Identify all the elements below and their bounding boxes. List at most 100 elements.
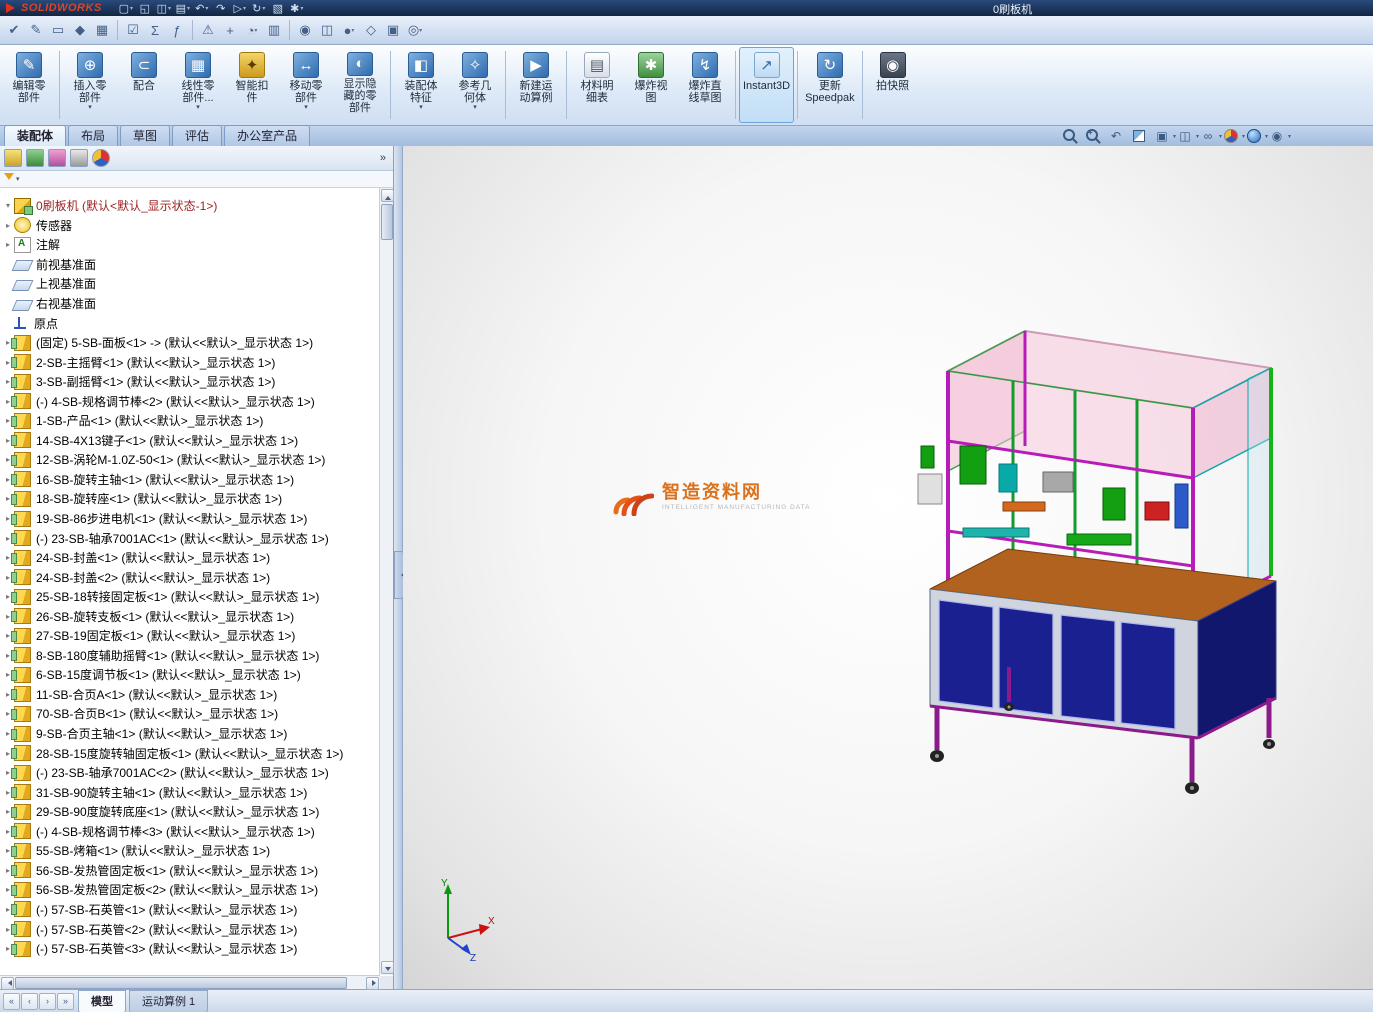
tree-item[interactable]: (-) 57-SB-石英管<1> (默认<<默认>_显示状态 1>) xyxy=(3,900,380,920)
explode-line-sketch-button[interactable]: ↯ 爆炸直 线草图 xyxy=(678,47,732,123)
section-properties-icon[interactable]: ▦ xyxy=(92,20,118,40)
curvature-icon[interactable]: ◉ xyxy=(295,20,315,40)
statistics-icon[interactable]: ƒ xyxy=(167,20,193,40)
tree-item[interactable]: 24-SB-封盖<1> (默认<<默认>_显示状态 1>) xyxy=(3,548,380,568)
configuration-manager-tab[interactable] xyxy=(48,149,66,167)
linear-component-pattern-button[interactable]: ▦ 线性零 部件... xyxy=(171,47,225,123)
tree-item[interactable]: 18-SB-旋转座<1> (默认<<默认>_显示状态 1>) xyxy=(3,489,380,509)
tree-item[interactable]: 56-SB-发热管固定板<2> (默认<<默认>_显示状态 1>) xyxy=(3,880,380,900)
new-motion-study-button[interactable]: ▶ 新建运 动算例 xyxy=(509,47,563,123)
tree-item[interactable]: 16-SB-旋转主轴<1> (默认<<默认>_显示状态 1>) xyxy=(3,470,380,490)
tree-filter-bar[interactable]: ▾ xyxy=(0,171,393,188)
reference-geometry-button[interactable]: ✧ 参考几 何体 xyxy=(448,47,502,123)
tree-item[interactable]: 2-SB-主摇臂<1> (默认<<默认>_显示状态 1>) xyxy=(3,352,380,372)
tab-scroll-next-button[interactable]: › xyxy=(39,993,56,1010)
apply-scene-icon[interactable] xyxy=(1246,128,1262,144)
bill-of-materials-button[interactable]: ▤ 材料明 细表 xyxy=(570,47,624,123)
panel-expand-chevron[interactable]: » xyxy=(377,152,389,164)
command-tab[interactable]: 草图 xyxy=(120,125,170,146)
file-properties-icon[interactable]: ▧ xyxy=(270,1,286,15)
tree-item[interactable]: 28-SB-15度旋转轴固定板<1> (默认<<默认>_显示状态 1>) xyxy=(3,743,380,763)
tree-item[interactable]: 14-SB-4X13键子<1> (默认<<默认>_显示状态 1>) xyxy=(3,431,380,451)
appearances-tab[interactable] xyxy=(92,149,110,167)
view-settings-icon[interactable]: ◉ xyxy=(1269,128,1285,144)
scene-icon[interactable]: ◇ xyxy=(361,20,381,40)
view-orientation-icon[interactable]: ▣ xyxy=(1154,128,1170,144)
command-tab[interactable]: 布局 xyxy=(68,125,118,146)
tree-item[interactable]: (固定) 5-SB-面板<1> -> (默认<<默认>_显示状态 1>) xyxy=(3,333,380,353)
tree-item[interactable]: (-) 57-SB-石英管<3> (默认<<默认>_显示状态 1>) xyxy=(3,939,380,959)
assembly-features-button[interactable]: ◧ 装配体 特征 xyxy=(394,47,448,123)
tree-item[interactable]: 31-SB-90旋转主轴<1> (默认<<默认>_显示状态 1>) xyxy=(3,782,380,802)
zebra-stripes-icon[interactable]: ▥ xyxy=(264,20,290,40)
tab-scroll-last-button[interactable]: » xyxy=(57,993,74,1010)
section-view-icon[interactable] xyxy=(1131,128,1147,144)
tree-item[interactable]: 27-SB-19固定板<1> (默认<<默认>_显示状态 1>) xyxy=(3,626,380,646)
new-document-icon[interactable]: ▢ xyxy=(118,1,134,15)
check-icon[interactable]: ☑ xyxy=(123,20,143,40)
tree-item[interactable]: (-) 23-SB-轴承7001AC<1> (默认<<默认>_显示状态 1>) xyxy=(3,528,380,548)
insert-components-button[interactable]: ⊕ 插入零 部件 xyxy=(63,47,117,123)
tree-expander-icon[interactable] xyxy=(3,240,13,249)
scroll-right-button[interactable] xyxy=(366,977,379,990)
tree-horizontal-scrollbar[interactable] xyxy=(0,975,380,989)
tree-item[interactable]: 传感器 xyxy=(3,216,380,236)
tree-item[interactable]: 注解 xyxy=(3,235,380,255)
tree-item[interactable]: 26-SB-旋转支板<1> (默认<<默认>_显示状态 1>) xyxy=(3,606,380,626)
tree-item[interactable]: 上视基准面 xyxy=(3,274,380,294)
assembly-3d-model[interactable] xyxy=(403,146,1373,989)
hide-show-items-icon[interactable]: ∞ xyxy=(1200,128,1216,144)
tree-item[interactable]: 前视基准面 xyxy=(3,255,380,275)
tree-item[interactable]: 6-SB-15度调节板<1> (默认<<默认>_显示状态 1>) xyxy=(3,665,380,685)
graphics-viewport[interactable]: 智造资料网 INTELLIGENT MANUFACTURING DATA xyxy=(403,146,1373,989)
tree-item[interactable]: 12-SB-涡轮M-1.0Z-50<1> (默认<<默认>_显示状态 1>) xyxy=(3,450,380,470)
smart-fasteners-button[interactable]: ✦ 智能扣 件 xyxy=(225,47,279,123)
scroll-down-button[interactable] xyxy=(381,961,394,974)
edit-appearance-icon[interactable] xyxy=(1223,128,1239,144)
vertical-scroll-thumb[interactable] xyxy=(381,204,393,240)
tree-item[interactable]: 70-SB-合页B<1> (默认<<默认>_显示状态 1>) xyxy=(3,704,380,724)
panel-splitter[interactable] xyxy=(394,146,403,989)
instant3d-button[interactable]: ↗ Instant3D xyxy=(739,47,794,123)
tree-expander-icon[interactable] xyxy=(3,201,13,210)
tree-item[interactable]: (-) 23-SB-轴承7001AC<2> (默认<<默认>_显示状态 1>) xyxy=(3,763,380,783)
tree-item[interactable]: 25-SB-18转接固定板<1> (默认<<默认>_显示状态 1>) xyxy=(3,587,380,607)
scroll-left-button[interactable] xyxy=(1,977,14,990)
tree-item[interactable]: 原点 xyxy=(3,313,380,333)
tree-item[interactable]: 55-SB-烤箱<1> (默认<<默认>_显示状态 1>) xyxy=(3,841,380,861)
previous-view-icon[interactable]: ↶ xyxy=(1108,128,1124,144)
take-snapshot-button[interactable]: ◉ 拍快照 xyxy=(866,47,920,123)
command-tab[interactable]: 评估 xyxy=(172,125,222,146)
tree-item[interactable]: 9-SB-合页主轴<1> (默认<<默认>_显示状态 1>) xyxy=(3,724,380,744)
rebuild-icon[interactable]: ↻ xyxy=(251,1,267,15)
study-tab[interactable]: 运动算例 1 xyxy=(129,990,208,1012)
tab-scroll-first-button[interactable]: « xyxy=(3,993,20,1010)
tree-item[interactable]: 19-SB-86步进电机<1> (默认<<默认>_显示状态 1>) xyxy=(3,509,380,529)
tree-vertical-scrollbar[interactable] xyxy=(379,188,393,975)
geometry-check-icon[interactable]: ⚠ xyxy=(198,20,218,40)
redo-icon[interactable]: ↷ xyxy=(213,1,229,15)
mate-button[interactable]: ⊂ 配合 xyxy=(117,47,171,123)
format-painter-icon[interactable]: ✎ xyxy=(26,20,46,40)
symmetry-check-icon[interactable]: ◫ xyxy=(317,20,337,40)
tree-item[interactable]: (-) 4-SB-规格调节棒<3> (默认<<默认>_显示状态 1>) xyxy=(3,822,380,842)
tree-item[interactable]: 8-SB-180度辅助摇臂<1> (默认<<默认>_显示状态 1>) xyxy=(3,646,380,666)
feature-manager-tab[interactable] xyxy=(4,149,22,167)
tree-item[interactable]: (-) 4-SB-规格调节棒<2> (默认<<默认>_显示状态 1>) xyxy=(3,391,380,411)
import-diagnostics-icon[interactable]: + xyxy=(220,20,240,40)
command-tab[interactable]: 办公室产品 xyxy=(224,125,310,146)
edit-component-button[interactable]: ✎ 编辑零 部件 xyxy=(2,47,56,123)
dimxpert-tab[interactable] xyxy=(70,149,88,167)
select-icon[interactable]: ▷ xyxy=(232,1,248,15)
tree-item[interactable]: (-) 57-SB-石英管<2> (默认<<默认>_显示状态 1>) xyxy=(3,919,380,939)
zoom-fit-icon[interactable] xyxy=(1062,128,1078,144)
display-style-icon[interactable]: ◫ xyxy=(1177,128,1193,144)
zoom-area-icon[interactable]: + xyxy=(1085,128,1101,144)
tree-item[interactable]: 右视基准面 xyxy=(3,294,380,314)
mass-properties-icon[interactable]: ◆ xyxy=(70,20,90,40)
study-tab[interactable]: 模型 xyxy=(78,990,126,1012)
tree-item[interactable]: 3-SB-副摇臂<1> (默认<<默认>_显示状态 1>) xyxy=(3,372,380,392)
tree-item[interactable]: 11-SB-合页A<1> (默认<<默认>_显示状态 1>) xyxy=(3,685,380,705)
decals-icon[interactable]: ▣ xyxy=(383,20,403,40)
appearance-icon[interactable]: ● xyxy=(339,20,359,40)
